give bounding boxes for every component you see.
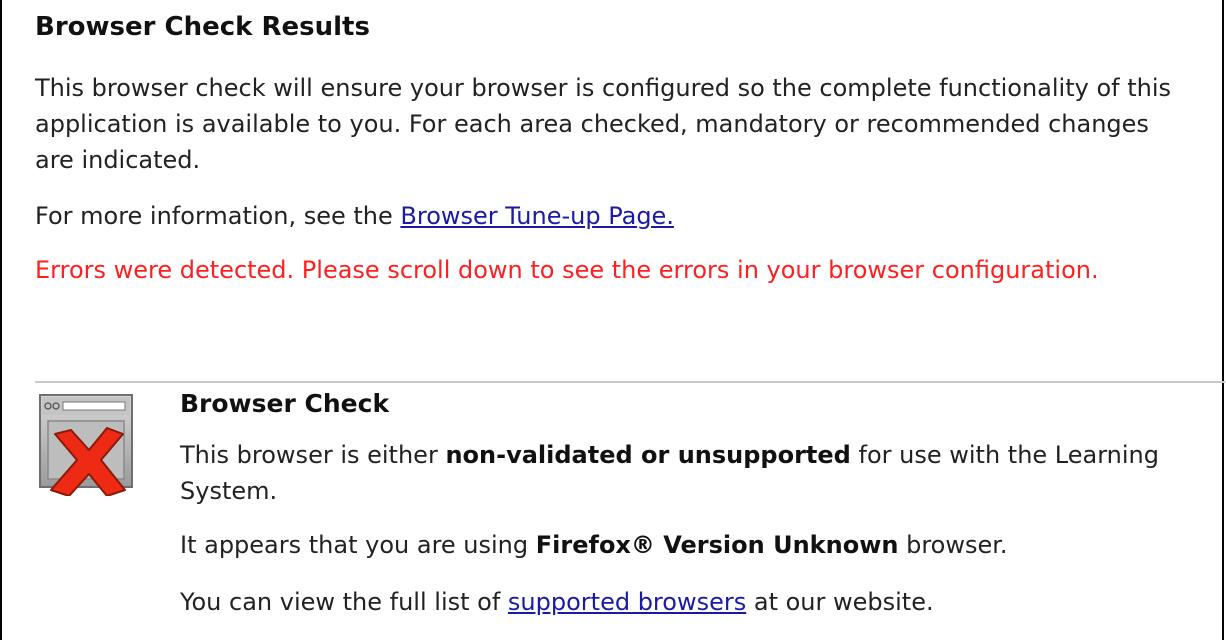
- intro-text: This browser check will ensure your brow…: [35, 74, 1172, 174]
- support-status-bold: non-validated or unsupported: [445, 441, 851, 469]
- browser-support-status: This browser is either non-validated or …: [180, 437, 1225, 509]
- more-info-text: For more information, see the Browser Tu…: [35, 198, 674, 234]
- supported-suffix: at our website.: [746, 588, 934, 616]
- browser-check-title: Browser Check: [180, 389, 390, 418]
- page-title: Browser Check Results: [35, 12, 370, 42]
- errors-message: Errors were detected. Please scroll down…: [35, 256, 1099, 284]
- detected-browser: It appears that you are using Firefox® V…: [180, 527, 1008, 563]
- browser-check-page: Browser Check Results This browser check…: [0, 0, 1225, 640]
- detected-prefix: It appears that you are using: [180, 531, 536, 559]
- supported-browsers-text: You can view the full list of supported …: [180, 584, 934, 620]
- browser-tuneup-link[interactable]: Browser Tune-up Page.: [400, 202, 674, 230]
- supported-browsers-link[interactable]: supported browsers: [508, 588, 746, 616]
- support-prefix: This browser is either: [180, 441, 446, 469]
- supported-prefix: You can view the full list of: [180, 588, 508, 616]
- section-divider: [35, 381, 1225, 383]
- more-info-prefix: For more information, see the: [35, 202, 401, 230]
- detected-browser-name: Firefox® Version Unknown: [535, 531, 899, 559]
- browser-window-error-icon: [39, 394, 135, 497]
- detected-suffix: browser.: [898, 531, 1008, 559]
